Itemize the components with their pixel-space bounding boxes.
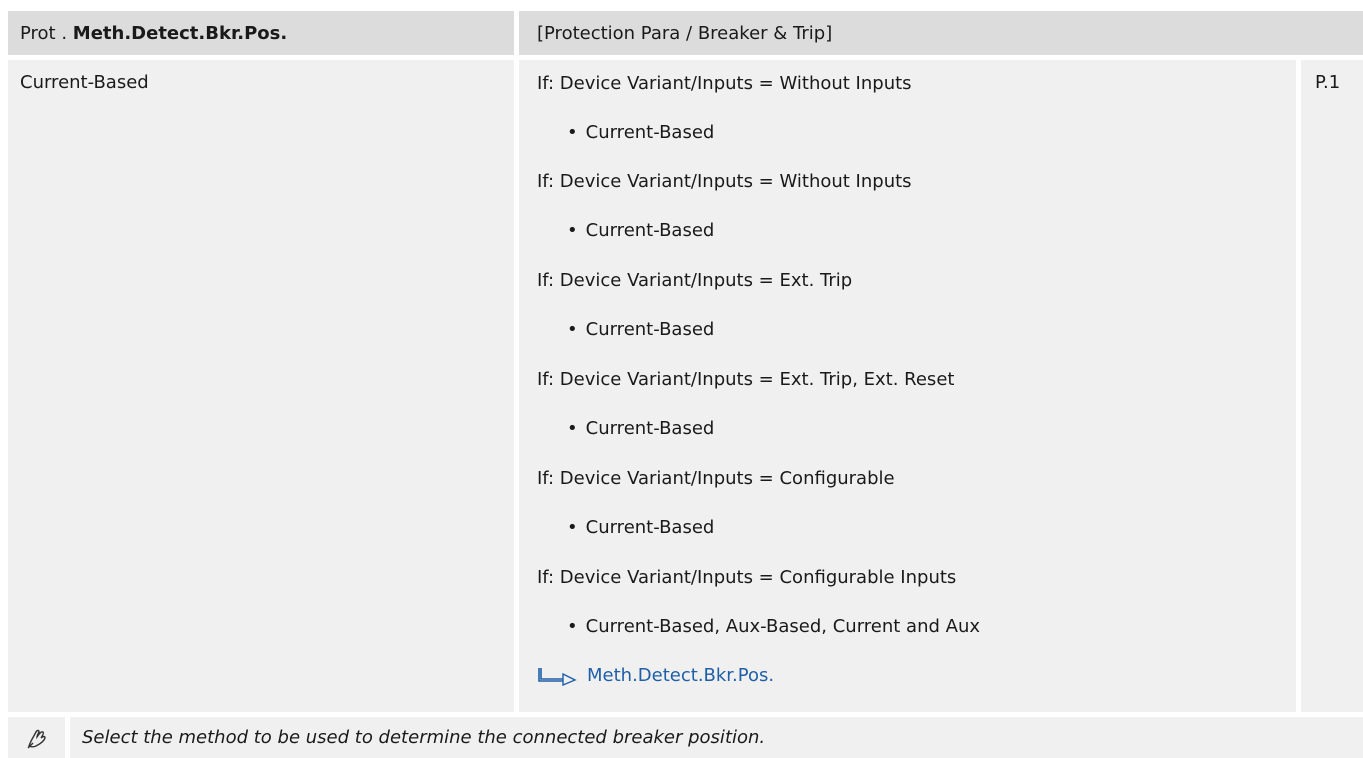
default-value: Current-Based bbox=[20, 72, 149, 93]
bullet: • bbox=[567, 319, 578, 340]
bullet: • bbox=[567, 122, 578, 143]
condition-label: If: Device Variant/Inputs = Ext. Trip bbox=[537, 270, 853, 291]
condition-options: • Current-Based bbox=[537, 219, 714, 243]
condition-options: • Current-Based bbox=[537, 318, 714, 342]
default-value-cell: Current-Based bbox=[8, 60, 514, 712]
ref-cell: P.1 bbox=[1301, 60, 1363, 712]
conditions-cell: If: Device Variant/Inputs = Without Inpu… bbox=[519, 60, 1296, 712]
link-arrow-icon bbox=[538, 668, 577, 686]
menu-path-text: [Protection Para / Breaker & Trip] bbox=[537, 22, 833, 44]
description-cell: Select the method to be used to determin… bbox=[70, 717, 1363, 758]
footer-icon-cell bbox=[8, 717, 65, 758]
bullet: • bbox=[567, 220, 578, 241]
condition-label: If: Device Variant/Inputs = Configurable bbox=[537, 468, 895, 489]
description-text: Select the method to be used to determin… bbox=[82, 727, 766, 748]
condition-label: If: Device Variant/Inputs = Without Inpu… bbox=[537, 171, 912, 192]
condition-label: If: Device Variant/Inputs = Without Inpu… bbox=[537, 73, 912, 94]
condition-label: If: Device Variant/Inputs = Ext. Trip, E… bbox=[537, 369, 955, 390]
condition-options: • Current-Based bbox=[537, 516, 714, 540]
option-text: Current-Based bbox=[585, 122, 715, 143]
setting-hand-icon bbox=[27, 729, 46, 748]
param-header: Prot . Meth.Detect.Bkr.Pos. bbox=[8, 11, 514, 55]
option-text: Current-Based bbox=[585, 319, 715, 340]
ref-label: P.1 bbox=[1315, 72, 1341, 93]
bullet: • bbox=[567, 418, 578, 439]
bullet: • bbox=[567, 616, 578, 637]
option-text: Current-Based, Aux-Based, Current and Au… bbox=[585, 616, 980, 637]
link-text[interactable]: Meth.Detect.Bkr.Pos. bbox=[587, 664, 774, 688]
bullet: • bbox=[567, 517, 578, 538]
option-text: Current-Based bbox=[585, 220, 715, 241]
header-prefix: Prot . bbox=[20, 22, 68, 44]
condition-options: • Current-Based, Aux-Based, Current and A… bbox=[537, 615, 980, 639]
menu-path: [Protection Para / Breaker & Trip] bbox=[519, 11, 1363, 55]
condition-options: • Current-Based bbox=[537, 417, 714, 441]
condition-label: If: Device Variant/Inputs = Configurable… bbox=[537, 567, 957, 588]
option-text: Current-Based bbox=[585, 517, 715, 538]
param-link[interactable]: Meth.Detect.Bkr.Pos. bbox=[537, 664, 774, 688]
option-text: Current-Based bbox=[585, 418, 715, 439]
param-name: Meth.Detect.Bkr.Pos. bbox=[72, 22, 288, 44]
condition-options: • Current-Based bbox=[537, 121, 714, 145]
